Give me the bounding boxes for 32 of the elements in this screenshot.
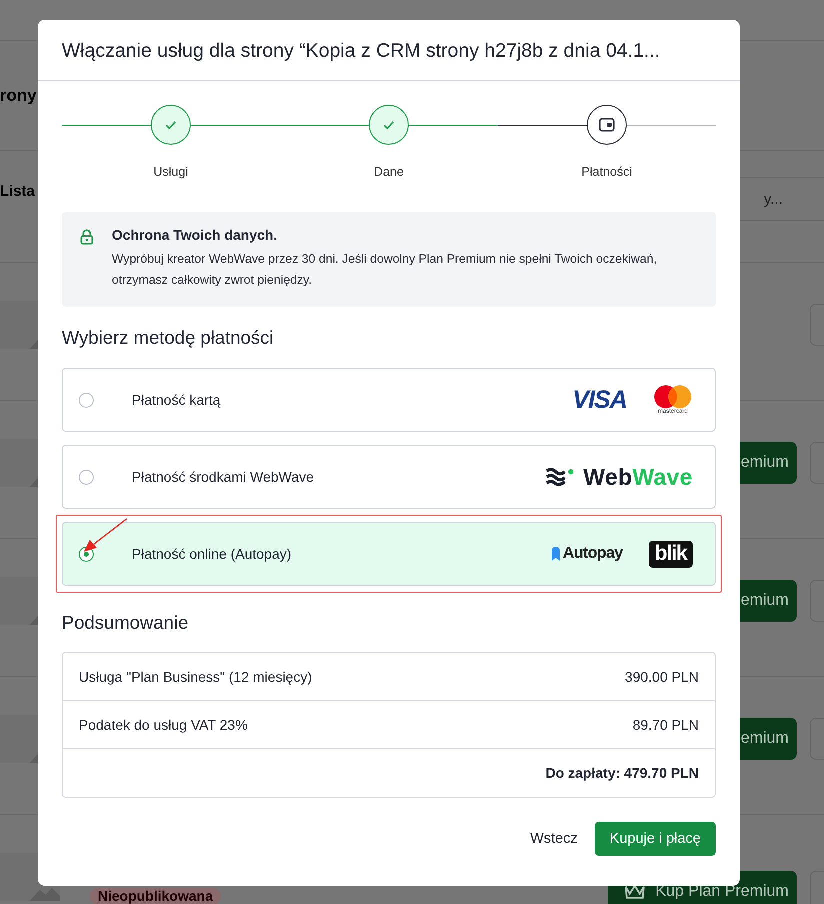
autopay-logo: Autopay <box>552 545 623 563</box>
option-label: Płatność online (Autopay) <box>132 546 293 562</box>
table-cell: 390.00 PLN <box>625 668 699 684</box>
radio-button[interactable] <box>79 470 94 484</box>
visa-logo: VISA <box>572 386 627 414</box>
step-label: Płatności <box>582 165 632 179</box>
list-title: Lista <box>0 183 36 200</box>
step-label: Usługi <box>154 165 188 179</box>
table-cell: 89.70 PLN <box>632 716 699 732</box>
wallet-icon <box>599 118 615 132</box>
payment-option[interactable]: Płatność środkami WebWave WebWave <box>62 445 716 509</box>
submit-button[interactable]: Kupuje i płacę <box>594 822 716 856</box>
dialog-title: Włączanie usług dla strony “Kopia z CRM strony h27j8b z dnia 04.1... <box>38 20 740 81</box>
total-amount: Do zapłaty: 479.70 PLN <box>546 765 699 781</box>
status-badge: Nieopublikowana <box>90 888 222 904</box>
section-heading: Podsumowanie <box>62 612 190 634</box>
lock-icon <box>80 227 94 247</box>
payment-option[interactable]: Płatność online (Autopay) Autopay blik <box>62 522 716 586</box>
crown-icon <box>624 883 646 901</box>
notice-title: Ochrona Twoich danych. <box>112 227 278 243</box>
option-label: Płatność kartą <box>132 392 222 408</box>
back-button[interactable]: Wstecz <box>530 831 578 847</box>
option-label: Płatność środkami WebWave <box>132 469 316 485</box>
table-cell: Usługa "Plan Business" (12 miesięcy) <box>79 668 312 684</box>
section-heading: Wybierz metodę płatności <box>62 327 275 349</box>
radio-button[interactable] <box>79 392 94 408</box>
table-cell: Podatek do usług VAT 23% <box>79 716 248 732</box>
page-heading: rony <box>0 86 37 106</box>
notice-text: Wypróbuj kreator WebWave przez 30 dni. Jeśli dowolny Plan Premium nie spełni Twoich oczekiwań, otrzymasz całkowity zwrot pieniędzy. <box>112 251 658 289</box>
step-label: Dane <box>374 165 404 179</box>
webwave-logo: WebWave <box>546 464 693 490</box>
blik-logo: blik <box>648 540 693 568</box>
